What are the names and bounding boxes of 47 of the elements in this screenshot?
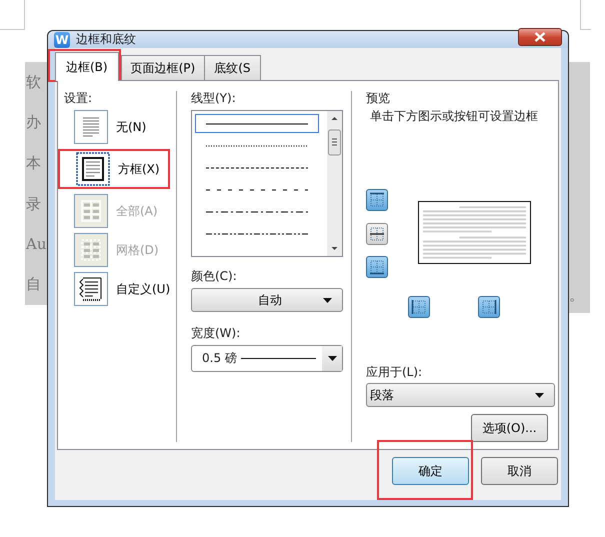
border-setting-icon (74, 110, 108, 144)
border-toggle-button[interactable] (366, 256, 388, 278)
cancel-button[interactable]: 取消 (481, 457, 558, 485)
apply-to-dropdown[interactable]: 段落 (366, 383, 555, 407)
color-dropdown[interactable]: 自动 (191, 288, 343, 312)
hint-text: 单击下方图示或按钮可设置边框 (370, 109, 539, 123)
document-text: 录 (26, 194, 42, 214)
options-button[interactable]: 选项(O)... (471, 414, 548, 442)
tab[interactable]: 边框(B) (55, 52, 119, 81)
field-label: 宽度(W): (191, 326, 242, 340)
ok-button[interactable]: 确定 (392, 457, 469, 485)
document-text: 软 (26, 72, 42, 92)
section-label: 预览 (366, 91, 391, 105)
document-text: 自 (26, 275, 42, 294)
border-setting-icon (74, 233, 108, 267)
field-label: 颜色(C): (191, 269, 238, 283)
dropdown-arrow-icon (535, 392, 544, 398)
dropdown-arrow-icon (323, 298, 332, 302)
line-style-option[interactable] (195, 114, 319, 133)
close-button[interactable] (518, 28, 562, 46)
document-text: 办 (26, 113, 42, 132)
tab[interactable]: 页面边框(P) (120, 55, 206, 80)
app-icon: W (54, 32, 70, 48)
document-text: 本 (26, 154, 42, 174)
tab[interactable]: 底纹(S (204, 55, 261, 80)
border-setting-icon (76, 152, 110, 186)
setting-option[interactable]: 无(N) (64, 110, 176, 144)
dropdown-arrow-icon (328, 356, 336, 361)
document-text: 。 (569, 286, 585, 305)
section-label: 设置: (64, 91, 94, 105)
border-setting-icon (74, 194, 108, 228)
field-label: 应用于(L): (366, 365, 424, 379)
setting-option[interactable]: 自定义(U) (64, 272, 176, 306)
field-label: 线型(Y): (191, 91, 237, 105)
window-title: 边框和底纹 (76, 31, 137, 48)
crop-mark (580, 0, 591, 30)
border-toggle-button[interactable] (366, 189, 388, 211)
setting-option[interactable]: 方框(X) (61, 152, 160, 186)
line-style-list[interactable] (191, 110, 343, 257)
crop-mark (0, 0, 25, 30)
border-toggle-button[interactable] (478, 296, 500, 318)
border-toggle-button[interactable] (408, 296, 430, 318)
close-icon (534, 32, 546, 42)
border-setting-icon (74, 272, 108, 306)
document-text: Au (26, 235, 47, 254)
border-toggle-button[interactable] (366, 223, 388, 245)
width-dropdown[interactable]: 0.5 磅 (191, 345, 343, 372)
